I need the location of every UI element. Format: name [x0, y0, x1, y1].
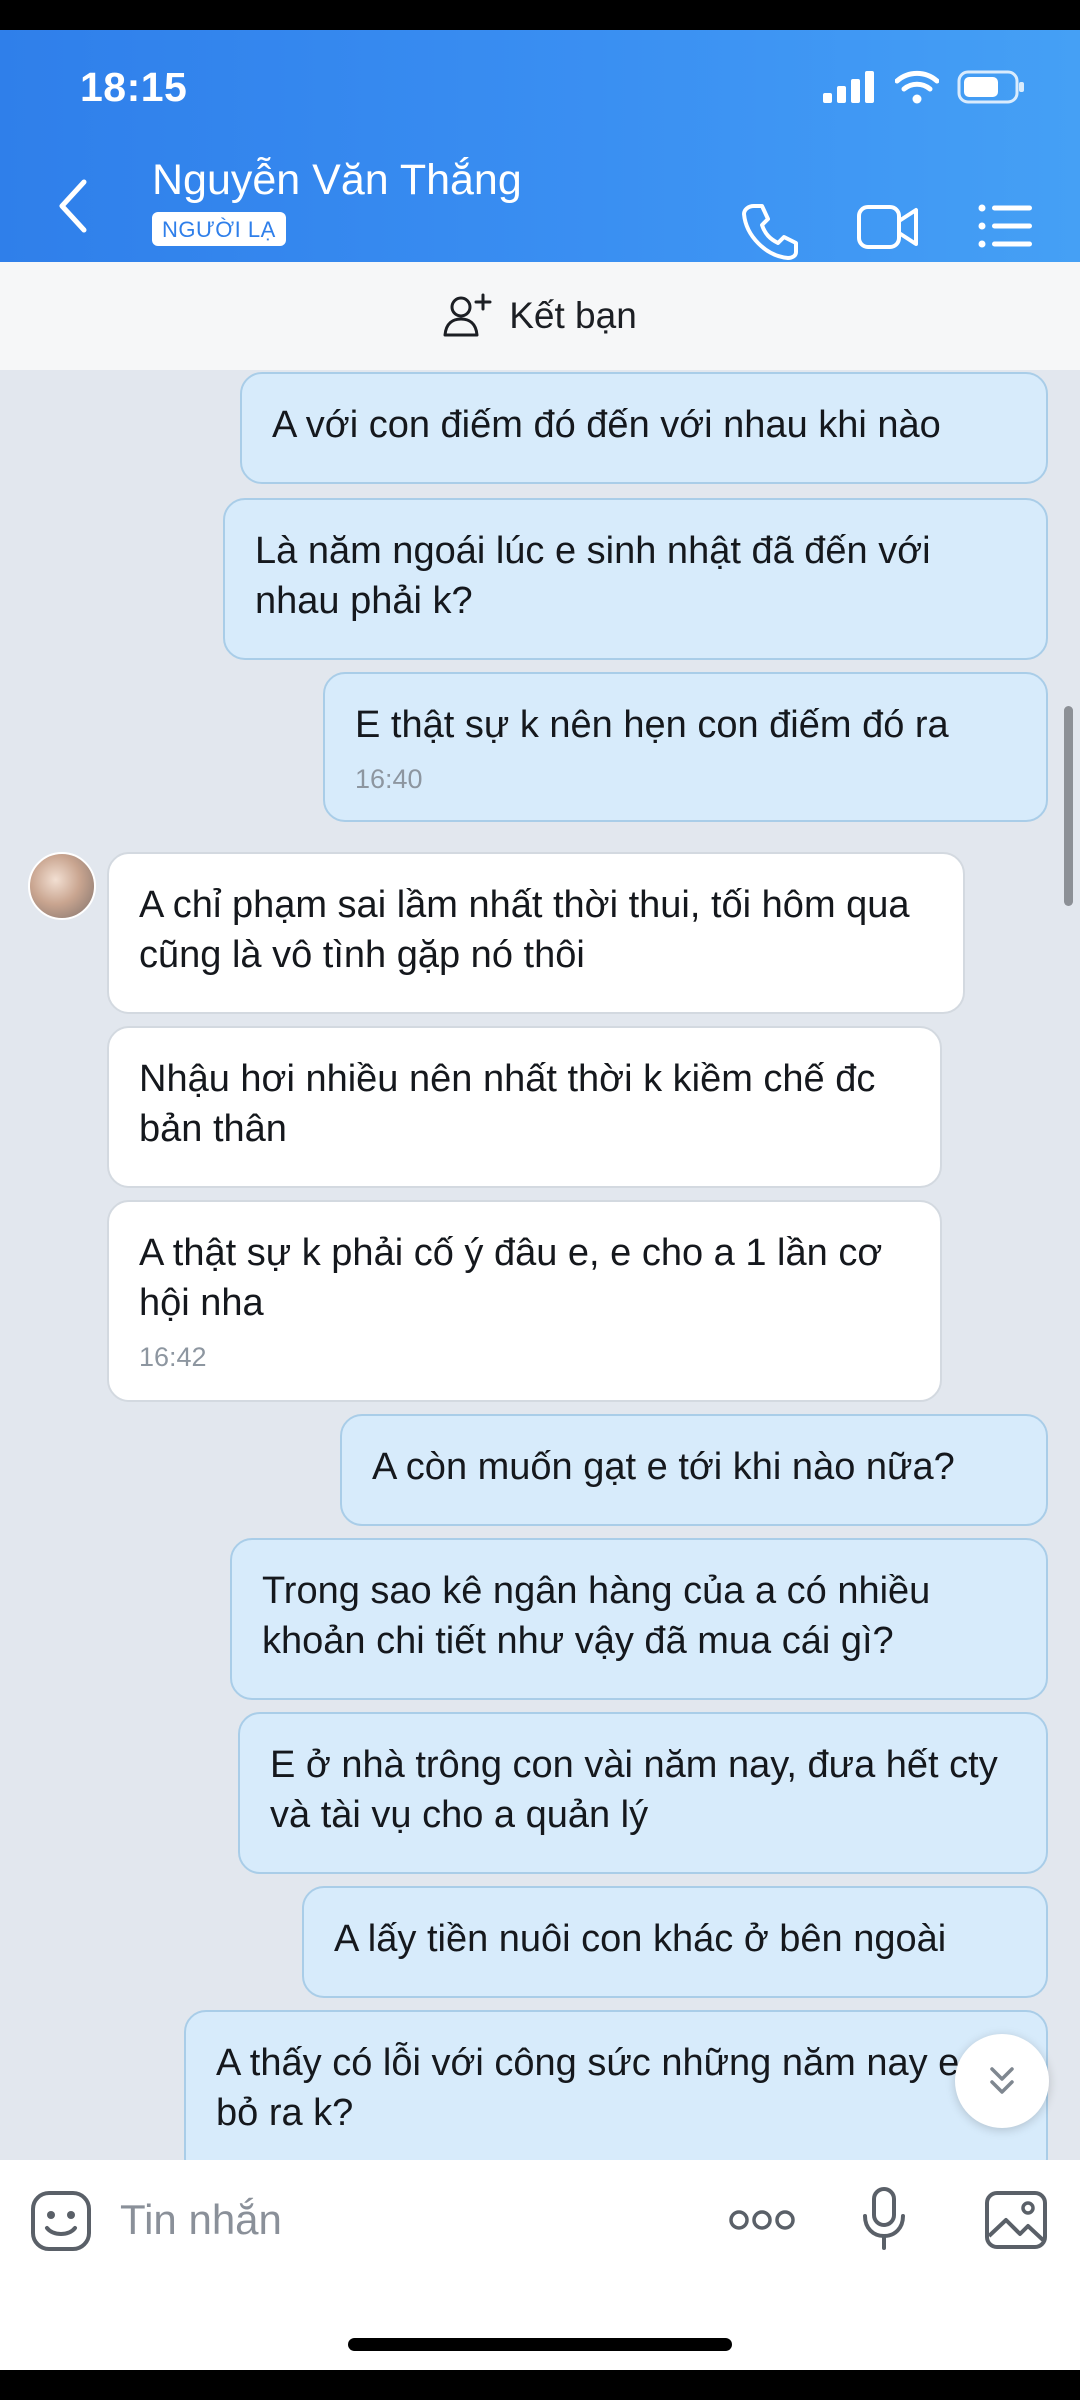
message-time: 16:42 [139, 1342, 207, 1372]
message-bubble-outgoing[interactable]: A lấy tiền nuôi con khác ở bên ngoài [302, 1886, 1048, 1998]
message-bubble-incoming[interactable]: A chỉ phạm sai lầm nhất thời thui, tối h… [107, 852, 965, 1014]
add-friend-icon [443, 293, 492, 337]
wifi-icon [895, 70, 939, 104]
message-text: A thấy có lỗi với công sức những năm nay… [216, 2042, 1013, 2134]
chat-header: 18:15 Nguyễn Văn Thắng NGƯỜI LẠ [0, 30, 1080, 262]
message-bubble-outgoing[interactable]: A thấy có lỗi với công sức những năm nay… [184, 2010, 1048, 2160]
home-indicator[interactable] [348, 2338, 732, 2351]
message-text: Nhậu hơi nhiều nên nhất thời k kiềm chế … [139, 1058, 876, 1150]
message-bubble-outgoing[interactable]: E ở nhà trông con vài năm nay, đưa hết c… [238, 1712, 1048, 1874]
back-icon[interactable] [52, 176, 96, 236]
contact-avatar[interactable] [28, 852, 96, 920]
message-text: E ở nhà trông con vài năm nay, đưa hết c… [270, 1744, 998, 1836]
message-text: A còn muốn gạt e tới khi nào nữa? [372, 1446, 955, 1488]
message-text: A thật sự k phải cố ý đâu e, e cho a 1 l… [139, 1232, 883, 1324]
message-bubble-outgoing[interactable]: A với con điếm đó đến với nhau khi nào [240, 372, 1048, 484]
message-time: 16:40 [355, 764, 423, 794]
menu-icon[interactable] [978, 202, 1034, 250]
add-friend-bar[interactable]: Kết bạn [0, 262, 1080, 370]
message-bubble-incoming[interactable]: A thật sự k phải cố ý đâu e, e cho a 1 l… [107, 1200, 942, 1402]
scroll-down-button[interactable] [955, 2034, 1049, 2128]
message-list[interactable]: A với con điếm đó đến với nhau khi nào L… [0, 370, 1080, 2160]
status-bar-top [0, 0, 1080, 30]
message-input[interactable]: Tin nhắn [120, 2196, 282, 2244]
status-time: 18:15 [80, 64, 188, 110]
message-text: A lấy tiền nuôi con khác ở bên ngoài [334, 1918, 947, 1960]
stranger-badge: NGƯỜI LẠ [152, 212, 286, 246]
phone-icon[interactable] [740, 202, 800, 260]
message-text: E thật sự k nên hẹn con điếm đó ra [355, 704, 949, 746]
message-text: Trong sao kê ngân hàng của a có nhiều kh… [262, 1570, 931, 1662]
bottom-edge [0, 2370, 1080, 2400]
more-icon[interactable] [728, 2207, 796, 2233]
message-bubble-outgoing[interactable]: Là năm ngoái lúc e sinh nhật đã đến với … [223, 498, 1048, 660]
signal-icon [823, 71, 874, 103]
message-text: A chỉ phạm sai lầm nhất thời thui, tối h… [139, 884, 910, 976]
message-bubble-outgoing[interactable]: Trong sao kê ngân hàng của a có nhiều kh… [230, 1538, 1048, 1700]
message-text: A với con điếm đó đến với nhau khi nào [272, 404, 941, 446]
message-bubble-outgoing[interactable]: E thật sự k nên hẹn con điếm đó ra 16:40 [323, 672, 1048, 822]
scroll-down-icon [990, 2067, 1014, 2094]
add-friend-label: Kết bạn [509, 295, 637, 336]
contact-name[interactable]: Nguyễn Văn Thắng [152, 156, 522, 205]
message-bubble-outgoing[interactable]: A còn muốn gạt e tới khi nào nữa? [340, 1414, 1048, 1526]
battery-icon [957, 70, 1024, 104]
message-text: Là năm ngoái lúc e sinh nhật đã đến với … [255, 530, 931, 622]
message-bubble-incoming[interactable]: Nhậu hơi nhiều nên nhất thời k kiềm chế … [107, 1026, 942, 1188]
image-icon[interactable] [984, 2190, 1048, 2250]
video-call-icon[interactable] [856, 202, 920, 252]
sticker-icon[interactable] [30, 2190, 92, 2252]
scrollbar[interactable] [1064, 706, 1073, 906]
status-icons [823, 70, 1025, 104]
microphone-icon[interactable] [860, 2186, 908, 2252]
